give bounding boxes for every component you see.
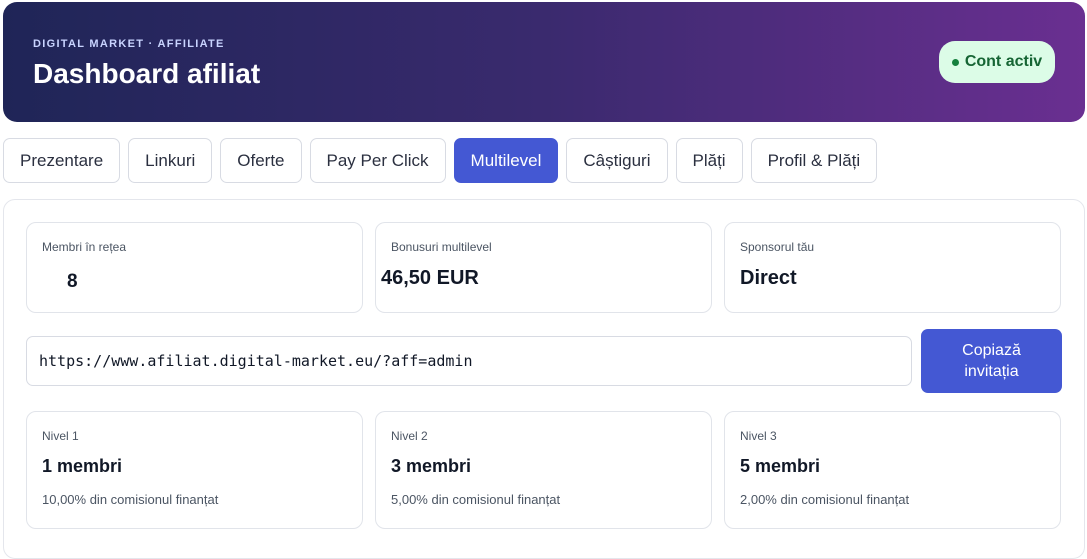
account-status-label: Cont activ — [964, 53, 1043, 70]
level-2-members: 3 membri — [391, 456, 472, 476]
bonuses-stat-card: Bonusuri multilevel 46,50 EUR — [375, 222, 712, 313]
level-2-label: Nivel 2 — [391, 429, 428, 443]
sponsor-stat-label: Sponsorul tău — [740, 240, 815, 254]
level-1-members: 1 membri — [42, 456, 123, 476]
level-1-label: Nivel 1 — [42, 429, 79, 443]
tab-linkuri[interactable]: Linkuri — [128, 138, 213, 183]
members-stat-label: Membri în rețea — [42, 240, 127, 254]
level-2-commission: 5,00% din comisionul finanțat — [391, 492, 561, 507]
bonuses-stat-label: Bonusuri multilevel — [391, 240, 492, 254]
sponsor-stat-card: Sponsorul tău Direct — [724, 222, 1061, 313]
invite-link-input[interactable] — [26, 336, 912, 386]
members-stat-card: Membri în rețea 8 — [26, 222, 363, 313]
level-3-commission: 2,00% din comisionul finanțat — [740, 492, 910, 507]
page-title: Dashboard afiliat — [33, 58, 261, 89]
copy-invite-button[interactable]: Copiază invitația — [921, 329, 1062, 393]
tab-castiguri[interactable]: Câștiguri — [566, 138, 668, 183]
level-3-members: 5 membri — [740, 456, 821, 476]
level-2-card: Nivel 2 3 membri 5,00% din comisionul fi… — [375, 411, 712, 529]
multilevel-panel: Membri în rețea 8 Bonusuri multilevel 46… — [3, 199, 1085, 559]
level-1-commission: 10,00% din comisionul finanțat — [42, 492, 219, 507]
dashboard-tabs: Prezentare Linkuri Oferte Pay Per Click … — [3, 138, 878, 183]
level-3-label: Nivel 3 — [740, 429, 777, 443]
account-status-badge: Cont activ — [939, 41, 1055, 83]
dashboard-header: DIGITAL MARKET · AFFILIATE Dashboard afi… — [3, 2, 1085, 122]
level-3-card: Nivel 3 5 membri 2,00% din comisionul fi… — [724, 411, 1061, 529]
tab-oferte[interactable]: Oferte — [220, 138, 302, 183]
sponsor-stat-value: Direct — [740, 267, 797, 289]
members-stat-value: 8 — [67, 271, 78, 292]
bonuses-stat-value: 46,50 EUR — [381, 267, 479, 289]
tab-plati[interactable]: Plăți — [675, 138, 743, 183]
tab-pay-per-click[interactable]: Pay Per Click — [309, 138, 446, 183]
level-1-card: Nivel 1 1 membri 10,00% din comisionul f… — [26, 411, 363, 529]
tab-prezentare[interactable]: Prezentare — [3, 138, 121, 183]
status-dot-icon — [951, 58, 959, 66]
tab-multilevel[interactable]: Multilevel — [453, 138, 559, 183]
brand-kicker: DIGITAL MARKET · AFFILIATE — [33, 38, 225, 50]
tab-profil-plati[interactable]: Profil & Plăți — [750, 138, 878, 183]
